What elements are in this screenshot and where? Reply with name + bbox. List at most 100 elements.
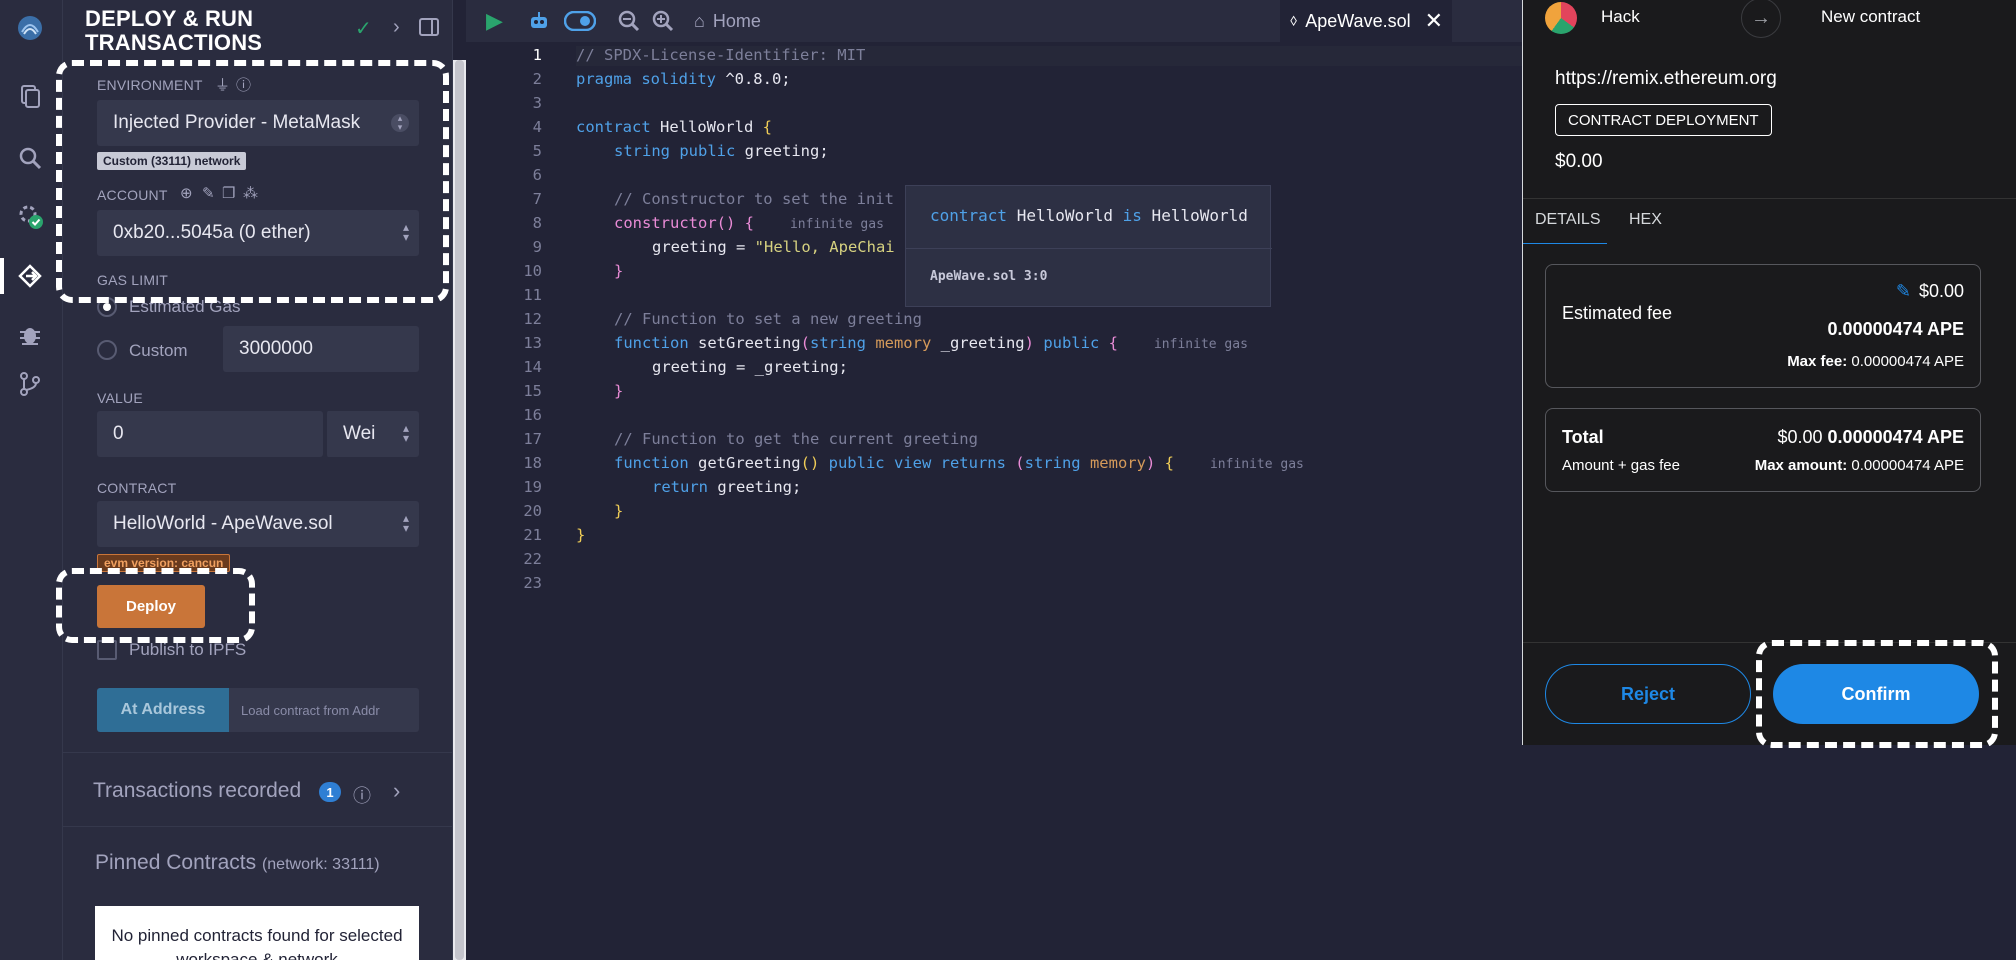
total-usd: $0.00 — [1777, 427, 1823, 447]
total-card: Total $0.00 0.00000474 APE Amount + gas … — [1545, 408, 1981, 492]
line-number: 6 — [532, 166, 542, 184]
remix-logo-icon[interactable] — [12, 10, 48, 46]
transactions-recorded-label[interactable]: Transactions recorded — [93, 779, 301, 803]
transactions-count-badge: 1 — [319, 782, 341, 802]
chevron-right-icon[interactable]: › — [393, 778, 400, 804]
value-label: VALUE — [97, 390, 143, 406]
select-arrows-icon: ▴ ▾ — [402, 421, 409, 445]
value-input[interactable]: 0 — [97, 411, 323, 457]
chevron-right-icon[interactable]: › — [393, 16, 400, 39]
highlight-box — [1756, 640, 1998, 748]
code-editor[interactable]: 1 2 3 4 5 6 7 8 9 10 11 12 13 14 15 16 17 18 19 20 21 22 23 //… — [466, 42, 1522, 960]
load-contract-input[interactable]: Load contract from Addr — [229, 688, 419, 732]
icon-rail — [0, 0, 63, 960]
metamask-tabs: DETAILS HEX — [1523, 198, 2016, 246]
toggle-icon[interactable] — [564, 6, 596, 36]
debugger-icon[interactable] — [12, 316, 48, 352]
search-icon[interactable] — [12, 140, 48, 176]
line-number: 17 — [523, 430, 542, 448]
tab-details[interactable]: DETAILS — [1535, 211, 1601, 229]
highlight-box — [56, 568, 255, 643]
value-unit-select[interactable]: Wei ▴ ▾ — [325, 411, 419, 457]
arrow-right-icon: → — [1741, 0, 1781, 38]
pinned-contracts-label: Pinned Contracts — [95, 851, 257, 874]
code-line: pragma solidity ^0.8.0; — [576, 70, 791, 88]
tab-apewave[interactable]: ⬨ ApeWave.sol ✕ — [1280, 0, 1452, 42]
max-amount-label: Max amount: — [1754, 457, 1848, 474]
estimated-fee-label: Estimated fee — [1562, 303, 1673, 323]
zoom-in-icon[interactable] — [652, 6, 674, 36]
max-fee-value: 0.00000474 APE — [1851, 353, 1964, 370]
pinned-network: (network: 33111) — [261, 856, 380, 873]
deploy-run-panel: DEPLOY & RUN TRANSACTIONS ✓ › ENVIRONMEN… — [56, 0, 453, 960]
code-line: // Function to get the current greeting — [614, 430, 978, 448]
line-number: 7 — [532, 190, 542, 208]
contract-value: HelloWorld - ApeWave.sol — [113, 513, 333, 534]
pinned-contracts-title: Pinned Contracts (network: 33111) — [95, 851, 380, 875]
estimated-fee-card: Estimated fee ✎ $0.00 0.00000474 APE Max… — [1545, 264, 1981, 388]
check-icon: ✓ — [355, 18, 372, 40]
code-line: return greeting; — [652, 478, 802, 496]
gas-hint: infinite gas — [1209, 457, 1304, 472]
line-number: 4 — [532, 118, 542, 136]
code-line: } — [614, 262, 624, 280]
at-address-button[interactable]: At Address — [97, 688, 229, 732]
file-explorer-icon[interactable] — [12, 78, 48, 114]
editor-toolbar: ▶ ⌂ Home ⬨ ApeWave.sol ✕ — [466, 0, 1522, 42]
line-number: 12 — [523, 310, 542, 328]
custom-gas-input[interactable]: 3000000 — [223, 326, 419, 372]
line-number: 11 — [523, 286, 542, 304]
new-contract-label: New contract — [1821, 7, 1921, 26]
info-icon[interactable]: ⓘ — [353, 782, 371, 808]
amount-gas-label: Amount + gas fee — [1562, 457, 1680, 474]
panel-layout-icon[interactable] — [419, 18, 439, 42]
solidity-file-icon: ⬨ — [1290, 12, 1298, 29]
home-icon: ⌂ — [694, 10, 705, 31]
active-indicator — [0, 258, 4, 294]
value-unit: Wei — [343, 423, 376, 444]
hover-tooltip: contract HelloWorld is HelloWorld ApeWav… — [905, 185, 1272, 307]
panel-scrollbar[interactable] — [453, 60, 466, 960]
code-line: contract HelloWorld { — [576, 118, 772, 136]
line-number: 22 — [523, 550, 542, 568]
divider — [63, 826, 453, 827]
origin-url: https://remix.ethereum.org — [1555, 68, 1777, 89]
custom-gas-radio[interactable] — [97, 340, 117, 360]
code-line: constructor() {infinite gas — [614, 214, 884, 232]
line-number: 3 — [532, 94, 542, 112]
tooltip-location: ApeWave.sol 3:0 — [930, 269, 1048, 284]
code-line: function setGreeting(string memory _gree… — [614, 334, 1248, 352]
line-number: 16 — [523, 406, 542, 424]
deploy-run-icon[interactable] — [12, 258, 48, 294]
tab-hex[interactable]: HEX — [1629, 211, 1662, 229]
code-line: function getGreeting() public view retur… — [614, 454, 1304, 472]
close-tab-icon[interactable]: ✕ — [1425, 8, 1443, 34]
contract-deployment-tag: CONTRACT DEPLOYMENT — [1555, 104, 1772, 136]
code-line: // Function to set a new greeting — [614, 310, 922, 328]
publish-ipfs-label: Publish to IPFS — [129, 640, 247, 659]
panel-title: DEPLOY & RUN TRANSACTIONS — [85, 6, 263, 55]
publish-ipfs-checkbox[interactable] — [97, 640, 117, 660]
line-number: 5 — [532, 142, 542, 160]
custom-gas-label: Custom — [129, 341, 188, 360]
code-line: // Constructor to set the init — [614, 190, 894, 208]
gas-hint: infinite gas — [789, 217, 884, 232]
solidity-compiler-icon[interactable] — [12, 198, 48, 234]
line-number: 1 — [532, 46, 542, 64]
line-number: 14 — [523, 358, 542, 376]
run-icon[interactable]: ▶ — [486, 6, 503, 36]
line-number: 13 — [523, 334, 542, 352]
reject-button[interactable]: Reject — [1545, 664, 1751, 724]
metamask-popup: Hack → New contract https://remix.ethere… — [1522, 0, 2016, 748]
git-icon[interactable] — [12, 366, 48, 402]
code-line: } — [614, 502, 624, 520]
divider — [63, 752, 453, 753]
robot-icon[interactable] — [528, 6, 550, 36]
gas-hint: infinite gas — [1153, 337, 1248, 352]
contract-select[interactable]: HelloWorld - ApeWave.sol ▴ ▾ — [97, 501, 419, 547]
line-number: 15 — [523, 382, 542, 400]
estimated-fee-usd: $0.00 — [1918, 281, 1964, 301]
tab-home[interactable]: ⌂ Home — [694, 6, 761, 36]
edit-fee-icon[interactable]: ✎ — [1896, 281, 1911, 302]
zoom-out-icon[interactable] — [618, 6, 640, 36]
